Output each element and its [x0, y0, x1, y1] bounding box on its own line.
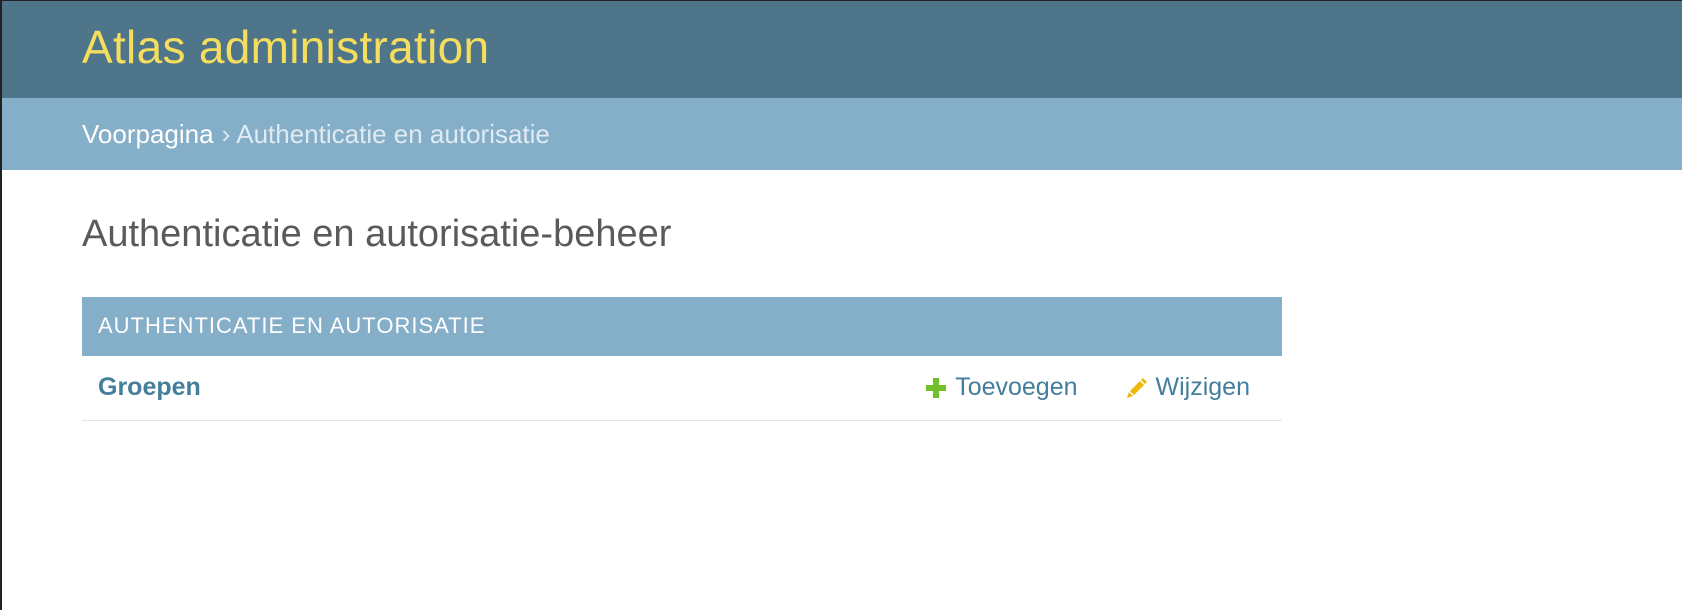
add-link-label: Toevoegen — [955, 373, 1078, 402]
header: Atlas administration — [2, 1, 1682, 98]
site-title-link[interactable]: Atlas administration — [82, 20, 489, 74]
pencil-icon — [1126, 377, 1147, 398]
model-link-groepen[interactable]: Groepen — [98, 373, 926, 402]
change-link-label: Wijzigen — [1155, 373, 1250, 402]
module-caption: AUTHENTICATIE EN AUTORISATIE — [82, 296, 1282, 356]
breadcrumb-separator: › — [221, 118, 231, 149]
breadcrumb: Voorpagina › Authenticatie en autorisati… — [2, 98, 1682, 170]
breadcrumb-current: Authenticatie en autorisatie — [236, 118, 550, 149]
add-groepen-link[interactable]: Toevoegen — [926, 373, 1078, 402]
app-module: AUTHENTICATIE EN AUTORISATIE Groepen Toe… — [82, 296, 1282, 421]
admin-window: Atlas administration Voorpagina › Authen… — [0, 0, 1682, 610]
breadcrumb-home-link[interactable]: Voorpagina — [82, 119, 214, 150]
page-title: Authenticatie en autorisatie-beheer — [82, 213, 672, 255]
change-groepen-link[interactable]: Wijzigen — [1126, 373, 1250, 402]
model-row-groepen: Groepen Toevoegen Wijzigen — [82, 356, 1282, 421]
main-content: Authenticatie en autorisatie-beheer AUTH… — [2, 212, 1682, 421]
plus-icon — [926, 377, 947, 398]
